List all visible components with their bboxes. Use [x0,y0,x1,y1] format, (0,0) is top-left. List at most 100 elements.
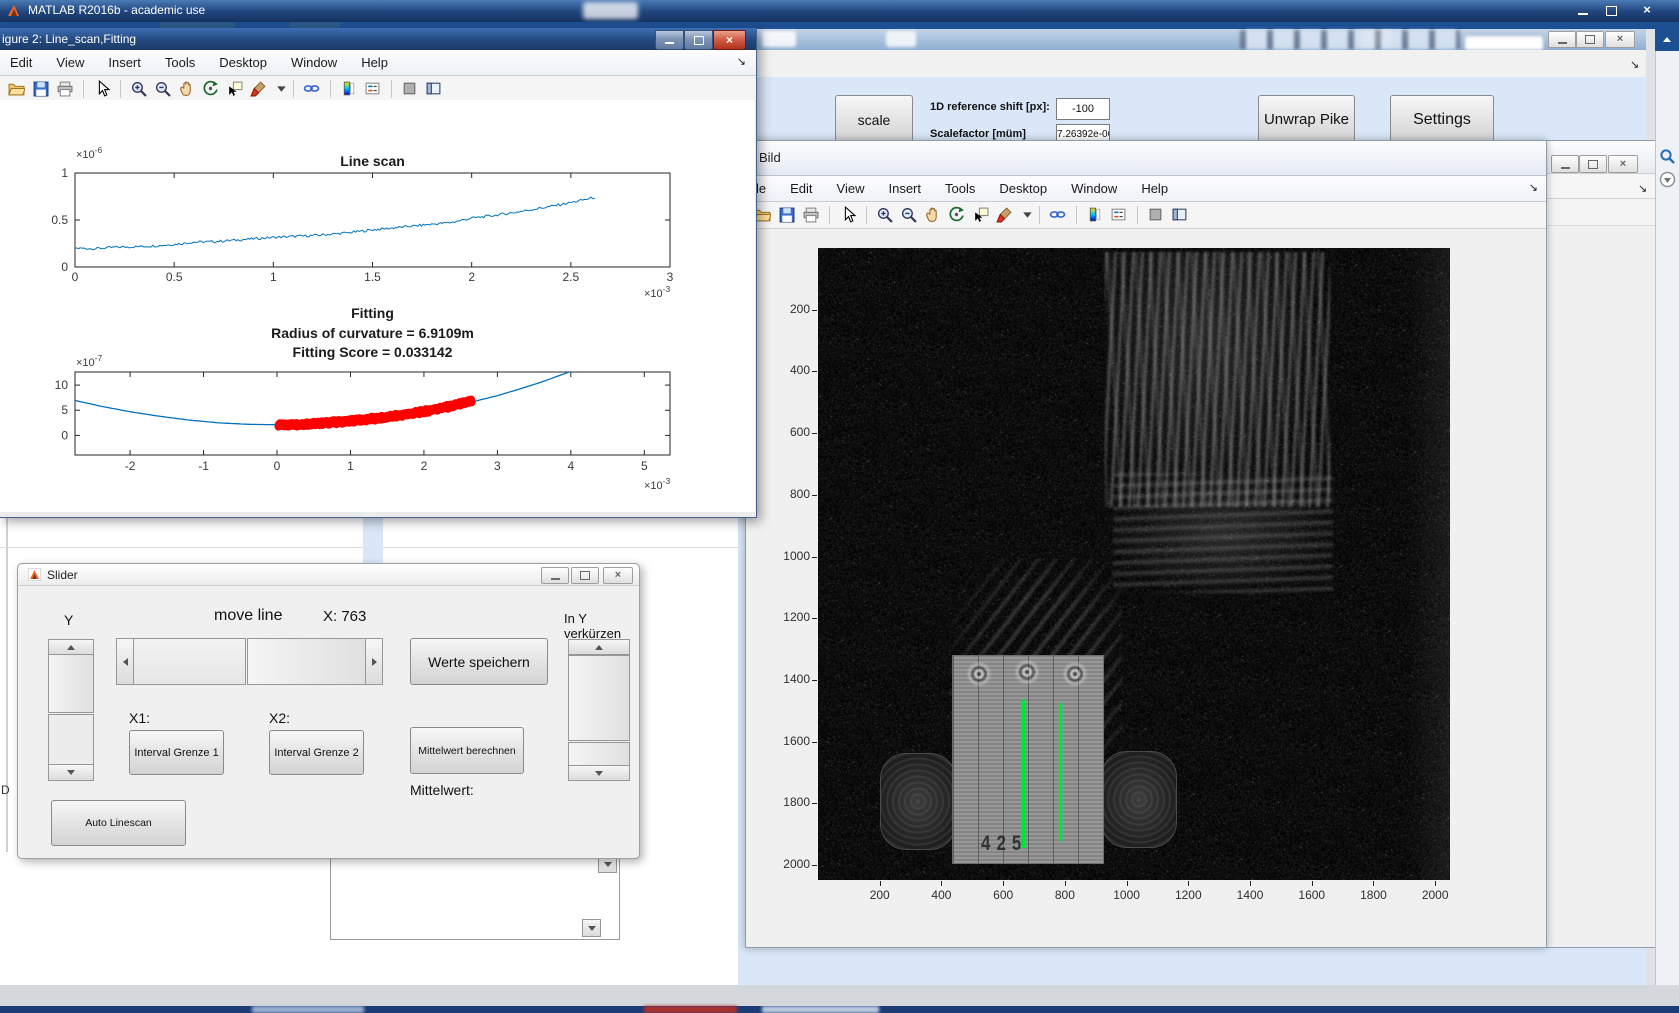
pointer-icon[interactable] [93,80,111,98]
main-maximize-button[interactable] [1600,4,1622,18]
slider-close-button[interactable]: × [603,567,633,584]
menu-desktop[interactable]: Desktop [219,55,267,70]
auto-linescan-button[interactable]: Auto Linescan [51,800,186,846]
shorten-slider-thumb[interactable] [568,655,630,741]
menu-edit[interactable]: Edit [10,55,32,70]
taskbar-item[interactable] [762,1006,879,1013]
y-slider-thumb[interactable] [48,654,94,713]
menu-file-clipped[interactable]: le [756,181,766,196]
pan-icon[interactable] [924,206,942,224]
pan-icon[interactable] [178,80,196,98]
pointer-icon[interactable] [839,206,857,224]
save-values-button[interactable]: Werte speichern [410,638,548,685]
y-slider-track[interactable] [48,714,94,765]
brush-icon[interactable] [996,206,1014,224]
brush-icon[interactable] [250,80,268,98]
settings-button[interactable]: Settings [1390,95,1494,144]
shorten-slider-up-button[interactable] [568,639,630,655]
slider-minimize-button[interactable] [541,567,569,584]
insert-legend-icon[interactable] [364,80,382,98]
bgwin-menu-overflow-icon[interactable]: ↘ [1638,182,1647,195]
bgwin-close-button[interactable]: × [1608,155,1638,173]
gui-maximize-button[interactable] [1576,31,1604,48]
save-icon[interactable] [32,80,50,98]
main-close-button[interactable]: × [1636,2,1658,18]
list-dropdown-button[interactable] [582,919,601,937]
move-line-slider-left-button[interactable] [116,638,134,685]
menu-view[interactable]: View [56,55,84,70]
y-slider-up-button[interactable] [48,639,94,655]
y-slider-down-button[interactable] [48,764,94,781]
zoom-in-icon[interactable] [876,206,894,224]
menu-desktop[interactable]: Desktop [999,181,1047,196]
figure2-minimize-button[interactable] [655,30,684,50]
gui-minimize-button[interactable] [1548,31,1576,48]
data-cursor-icon[interactable] [226,80,244,98]
menu-view[interactable]: View [837,181,865,196]
plottools-off-icon[interactable] [1147,206,1165,224]
list-panel[interactable] [330,852,620,940]
move-line-slider-thumb[interactable] [247,638,366,685]
insert-colorbar-icon[interactable] [1086,206,1104,224]
print-icon[interactable] [56,80,74,98]
insert-legend-icon[interactable] [1110,206,1128,224]
plottools-on-icon[interactable] [1171,206,1189,224]
open-icon[interactable] [8,80,26,98]
link-plot-icon[interactable] [1049,206,1067,224]
data-cursor-icon[interactable] [972,206,990,224]
bgwin-minimize-button[interactable] [1551,155,1579,173]
move-line-slider-track[interactable] [133,638,246,685]
toolstrip-collapse-button[interactable] [1655,29,1679,51]
zoom-out-icon[interactable] [154,80,172,98]
rotate-3d-icon[interactable] [202,80,220,98]
bild-y-tick [812,310,817,311]
taskbar-item[interactable] [644,1006,737,1013]
menu-insert[interactable]: Insert [108,55,141,70]
taskbar-item[interactable] [252,1006,364,1013]
search-icon[interactable] [1659,148,1676,165]
menu-tools[interactable]: Tools [165,55,195,70]
save-icon[interactable] [778,206,796,224]
menu-insert[interactable]: Insert [888,181,921,196]
unwrap-pike-button[interactable]: Unwrap Pike [1258,95,1355,144]
move-line-slider-right-button[interactable] [365,638,383,685]
rotate-3d-icon[interactable] [948,206,966,224]
brush-dropdown-icon[interactable] [1020,206,1030,224]
menu-window[interactable]: Window [1071,181,1117,196]
shorten-slider-track[interactable] [568,742,630,766]
brush-dropdown-icon[interactable] [274,80,284,98]
line_scan-x-tick-label: 0 [72,270,79,284]
menu-overflow-icon[interactable]: ↘ [1529,181,1538,194]
insert-colorbar-icon[interactable] [340,80,358,98]
plottools-off-icon[interactable] [401,80,419,98]
bild-titlebar[interactable]: Bild [746,141,1546,176]
fitting-title-line-2: Fitting Score = 0.033142 [293,344,453,360]
figure2-titlebar[interactable]: igure 2: Line_scan,Fitting [0,28,756,50]
menu-overflow-icon[interactable]: ↘ [737,55,746,68]
menu-help[interactable]: Help [361,55,388,70]
line_scan-x-tick-label: 2 [468,270,475,284]
shorten-slider-down-button[interactable] [568,765,630,781]
link-plot-icon[interactable] [303,80,321,98]
scale-button[interactable]: scale [835,95,913,144]
zoom-in-icon[interactable] [130,80,148,98]
ref-shift-input[interactable] [1056,98,1110,120]
slider-maximize-button[interactable] [571,567,599,584]
print-icon[interactable] [802,206,820,224]
gui-close-button[interactable]: × [1605,31,1635,48]
gui-menu-overflow-icon[interactable]: ↘ [1630,58,1639,71]
menu-window[interactable]: Window [291,55,337,70]
figure2-close-button[interactable]: × [713,30,746,50]
circle-arrow-icon[interactable] [1659,171,1676,188]
zoom-out-icon[interactable] [900,206,918,224]
figure2-maximize-button[interactable] [684,30,713,50]
menu-tools[interactable]: Tools [945,181,975,196]
plottools-on-icon[interactable] [425,80,443,98]
interval-grenze-1-button[interactable]: Interval Grenze 1 [129,730,224,775]
mittelwert-berechnen-button[interactable]: Mittelwert berechnen [410,727,524,774]
interval-grenze-2-button[interactable]: Interval Grenze 2 [269,730,364,775]
menu-edit[interactable]: Edit [790,181,812,196]
bgwin-maximize-button[interactable] [1579,155,1607,173]
main-minimize-button[interactable] [1572,4,1594,18]
menu-help[interactable]: Help [1141,181,1168,196]
